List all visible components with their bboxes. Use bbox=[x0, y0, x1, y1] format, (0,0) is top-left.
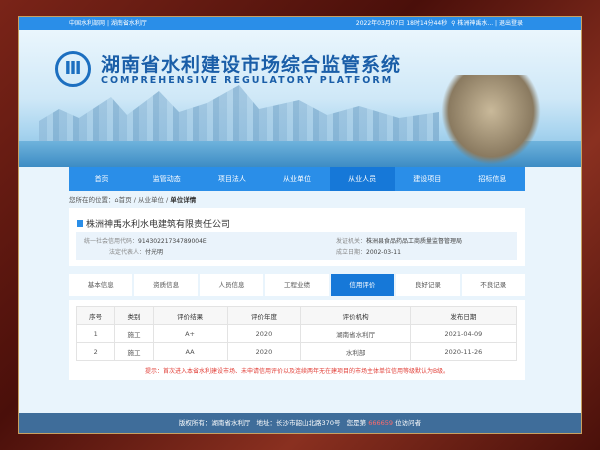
user-icon: ⚲ bbox=[451, 20, 456, 27]
legal-rep-label: 法定代表人： bbox=[108, 249, 145, 256]
site-subtitle: COMPREHENSIVE REGULATORY PLATFORM bbox=[101, 75, 394, 86]
visit-suffix: 位访问者 bbox=[395, 419, 422, 427]
cell: AA bbox=[152, 342, 228, 361]
breadcrumb-prefix: 您所在的位置： bbox=[69, 196, 115, 204]
cell: 施工 bbox=[114, 342, 154, 361]
credit-table: 序号 类别 评价结果 评价年度 评价机构 发布日期 1 施工 A+ 2020 湖南省水利… bbox=[75, 306, 518, 361]
founded-label: 成立日期： bbox=[336, 249, 367, 256]
issuer-label: 发证机关： bbox=[336, 238, 367, 245]
cell: 2020-11-26 bbox=[409, 342, 518, 361]
breadcrumb: 您所在的位置：⌂首页 / 从业单位 / 单位详情 bbox=[69, 196, 197, 204]
company-info: 统一社会信用代码：91430221734789004E 法定代表人：付光明 发证… bbox=[76, 232, 517, 260]
company-card: 株洲神禹水利水电建筑有限责任公司 统一社会信用代码：91430221734789… bbox=[69, 208, 525, 266]
credit-code: 91430221734789004E bbox=[138, 238, 207, 245]
logo-icon: Ⅲ bbox=[55, 51, 91, 87]
banner: Ⅲ 湖南省水利建设市场综合监管系统 COMPREHENSIVE REGULATO… bbox=[19, 30, 581, 167]
breadcrumb-companies[interactable]: 从业单位 bbox=[138, 196, 164, 204]
breadcrumb-home[interactable]: 首页 bbox=[119, 196, 132, 204]
tab-good-records[interactable]: 良好记录 bbox=[396, 274, 460, 296]
detail-tabs: 基本信息 资质信息 人员信息 工程业绩 信用评价 良好记录 不良记录 bbox=[69, 274, 525, 296]
credit-tip: 提示：首次进入本省水利建设市场、未申请信用评价以及连续两年无在建项目的市场主体单… bbox=[144, 368, 450, 375]
tab-bad-records[interactable]: 不良记录 bbox=[461, 274, 525, 296]
legal-rep: 付光明 bbox=[145, 249, 164, 256]
col-index: 序号 bbox=[75, 306, 116, 325]
credit-code-label: 统一社会信用代码： bbox=[84, 238, 139, 245]
table-header: 序号 类别 评价结果 评价年度 评价机构 发布日期 bbox=[75, 306, 518, 325]
page: 中国水利部网 | 湖南省水利厅 2022年03月07日 18时14分44秒 ⚲ … bbox=[18, 16, 582, 434]
top-bar: 中国水利部网 | 湖南省水利厅 2022年03月07日 18时14分44秒 ⚲ … bbox=[19, 17, 581, 30]
visit-prefix: 您是第 bbox=[346, 419, 367, 427]
credit-panel: 序号 类别 评价结果 评价年度 评价机构 发布日期 1 施工 A+ 2020 湖南省水利… bbox=[69, 300, 525, 380]
link-hunan-water[interactable]: 湖南省水利厅 bbox=[111, 20, 147, 27]
issuer: 株洲县食品药品工商质量监督管理局 bbox=[366, 238, 463, 245]
nav-project-owner[interactable]: 项目法人 bbox=[199, 167, 264, 191]
founded-date: 2002-03-11 bbox=[366, 249, 401, 256]
cell: 水利部 bbox=[300, 342, 411, 361]
visit-count: 666659 bbox=[368, 419, 394, 427]
statue-image bbox=[441, 75, 541, 165]
footer: 版权所有：湖南省水利厅 地址：长沙市韶山北路370号 您是第 666659 位访… bbox=[19, 413, 581, 433]
address: 地址：长沙市韶山北路370号 bbox=[256, 419, 341, 427]
cell: 2020 bbox=[226, 324, 302, 343]
nav-projects[interactable]: 建设项目 bbox=[395, 167, 460, 191]
tab-performance[interactable]: 工程业绩 bbox=[265, 274, 329, 296]
cell: 湖南省水利厅 bbox=[300, 324, 411, 343]
nav-personnel[interactable]: 从业人员 bbox=[329, 167, 395, 191]
cell: 1 bbox=[75, 324, 116, 343]
cell: 2 bbox=[75, 342, 116, 361]
col-result: 评价结果 bbox=[152, 306, 228, 325]
nav-news[interactable]: 监管动态 bbox=[134, 167, 199, 191]
separator: | bbox=[106, 20, 109, 27]
cell: 施工 bbox=[114, 324, 154, 343]
tab-basic-info[interactable]: 基本信息 bbox=[69, 274, 133, 296]
breadcrumb-current: 单位详情 bbox=[170, 196, 197, 204]
table-row: 1 施工 A+ 2020 湖南省水利厅 2021-04-09 bbox=[75, 324, 518, 343]
logout-link[interactable]: 退出登录 bbox=[499, 20, 523, 27]
tab-qualification[interactable]: 资质信息 bbox=[134, 274, 198, 296]
col-category: 类别 bbox=[114, 306, 154, 325]
cell: 2021-04-09 bbox=[409, 324, 518, 343]
chart-icon bbox=[77, 220, 83, 227]
nav-companies[interactable]: 从业单位 bbox=[264, 167, 329, 191]
tab-personnel[interactable]: 人员信息 bbox=[199, 274, 264, 296]
main-nav: 首页 监管动态 项目法人 从业单位 从业人员 建设项目 招标信息 bbox=[69, 167, 525, 191]
copyright: 版权所有：湖南省水利厅 bbox=[178, 419, 251, 427]
site-title: 湖南省水利建设市场综合监管系统 bbox=[101, 54, 402, 76]
col-agency: 评价机构 bbox=[300, 306, 411, 325]
col-year: 评价年度 bbox=[226, 306, 302, 325]
cell: A+ bbox=[152, 324, 228, 343]
company-name: 株洲神禹水利水电建筑有限责任公司 bbox=[86, 220, 231, 230]
datetime: 2022年03月07日 18时14分44秒 bbox=[355, 20, 448, 27]
tab-credit-rating[interactable]: 信用评价 bbox=[330, 274, 395, 296]
table-row: 2 施工 AA 2020 水利部 2020-11-26 bbox=[75, 342, 518, 361]
link-mwr[interactable]: 中国水利部网 bbox=[69, 20, 105, 27]
nav-bidding[interactable]: 招标信息 bbox=[460, 167, 525, 191]
city-skyline-image bbox=[39, 85, 439, 145]
cell: 2020 bbox=[226, 342, 302, 361]
col-date: 发布日期 bbox=[409, 306, 518, 325]
nav-home[interactable]: 首页 bbox=[69, 167, 134, 191]
user-name[interactable]: 株洲神禹水... bbox=[457, 20, 493, 27]
